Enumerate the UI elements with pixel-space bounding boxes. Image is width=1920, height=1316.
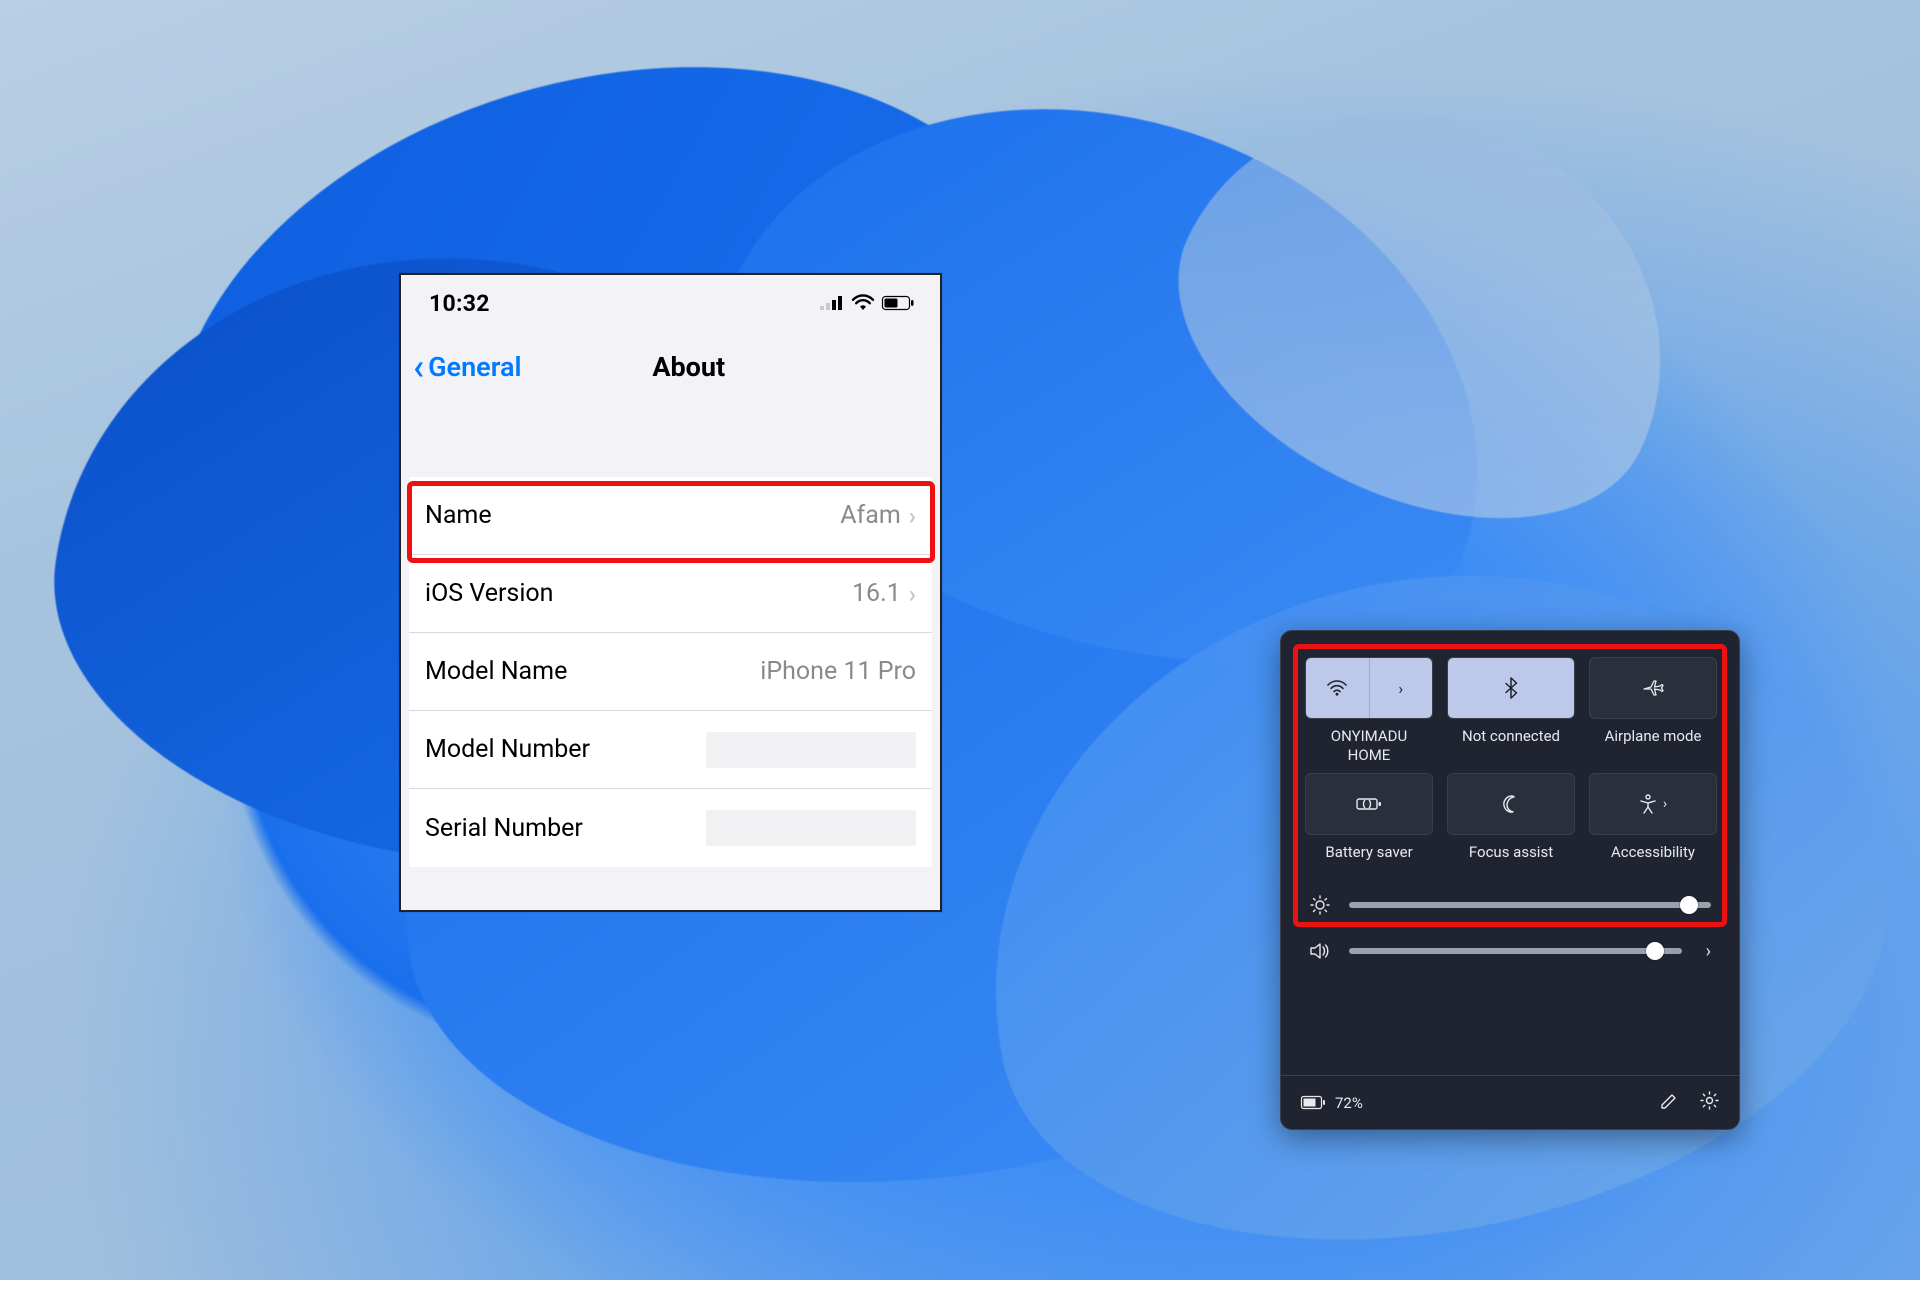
about-list: Name Afam › iOS Version 16.1 › Model Nam… <box>401 477 940 867</box>
about-row-name[interactable]: Name Afam › <box>409 477 932 555</box>
battery-icon <box>882 296 914 310</box>
chevron-right-icon: › <box>909 502 916 530</box>
wifi-tile[interactable]: › <box>1305 657 1433 719</box>
pencil-icon <box>1660 1092 1678 1110</box>
brightness-icon <box>1309 895 1331 915</box>
row-label: Model Number <box>425 735 590 764</box>
moon-icon <box>1502 795 1520 813</box>
accessibility-icon <box>1639 794 1657 814</box>
slider-thumb[interactable] <box>1646 942 1664 960</box>
volume-track[interactable] <box>1349 948 1682 954</box>
quick-settings-sliders: › <box>1281 887 1739 966</box>
slider-thumb[interactable] <box>1680 896 1698 914</box>
ios-clock: 10:32 <box>429 290 490 317</box>
redacted-value <box>706 732 916 768</box>
wifi-label: ONYIMADU HOME <box>1331 727 1408 765</box>
bluetooth-icon <box>1504 677 1518 699</box>
about-row-ios-version[interactable]: iOS Version 16.1 › <box>409 555 932 633</box>
cellular-icon <box>820 296 844 310</box>
battery-saver-tile[interactable] <box>1305 773 1433 835</box>
about-row-model-number[interactable]: Model Number <box>409 711 932 789</box>
chevron-right-icon: › <box>1663 796 1667 812</box>
ios-status-bar: 10:32 <box>401 275 940 331</box>
wifi-toggle[interactable] <box>1306 658 1370 718</box>
ios-nav-bar: ‹ General About <box>401 331 940 403</box>
brightness-track[interactable] <box>1349 902 1711 908</box>
airplane-icon <box>1642 678 1664 698</box>
redacted-value <box>706 810 916 846</box>
volume-expand[interactable]: › <box>1706 941 1711 962</box>
focus-assist-tile[interactable] <box>1447 773 1575 835</box>
volume-slider[interactable]: › <box>1309 941 1711 962</box>
ios-about-card: 10:32 ‹ General About Name Afam › iOS Ve… <box>399 273 942 912</box>
quick-settings-footer: 72% <box>1281 1075 1739 1129</box>
about-row-model-name[interactable]: Model Name iPhone 11 Pro <box>409 633 932 711</box>
bluetooth-label: Not connected <box>1462 727 1560 761</box>
row-value: Afam <box>840 501 901 530</box>
brightness-slider[interactable] <box>1309 895 1711 915</box>
focus-assist-label: Focus assist <box>1469 843 1553 877</box>
row-value: 16.1 <box>852 579 901 608</box>
chevron-right-icon: › <box>909 580 916 608</box>
airplane-tile[interactable] <box>1589 657 1717 719</box>
row-value: iPhone 11 Pro <box>760 657 916 686</box>
page-title: About <box>449 351 928 383</box>
edit-button[interactable] <box>1660 1092 1678 1114</box>
bluetooth-tile[interactable] <box>1447 657 1575 719</box>
settings-button[interactable] <box>1700 1091 1719 1114</box>
battery-icon <box>1301 1096 1325 1109</box>
battery-saver-icon <box>1356 796 1382 812</box>
battery-saver-label: Battery saver <box>1325 843 1412 877</box>
speaker-icon <box>1309 942 1331 960</box>
accessibility-label: Accessibility <box>1611 843 1695 877</box>
wifi-icon <box>1327 680 1347 696</box>
row-label: iOS Version <box>425 579 553 608</box>
battery-percent[interactable]: 72% <box>1335 1094 1363 1112</box>
wifi-icon <box>852 295 874 311</box>
ios-status-icons <box>820 295 914 311</box>
row-label: Serial Number <box>425 814 583 843</box>
chevron-right-icon: › <box>1398 679 1403 698</box>
airplane-label: Airplane mode <box>1605 727 1702 761</box>
accessibility-tile[interactable]: › <box>1589 773 1717 835</box>
back-chevron-icon[interactable]: ‹ <box>413 349 424 385</box>
about-row-serial-number[interactable]: Serial Number <box>409 789 932 867</box>
quick-settings-panel: › ONYIMADU HOME Not connected Airplane m… <box>1280 630 1740 1130</box>
row-label: Model Name <box>425 657 567 686</box>
wifi-expand[interactable]: › <box>1370 658 1433 718</box>
quick-settings-grid: › ONYIMADU HOME Not connected Airplane m… <box>1281 631 1739 887</box>
gear-icon <box>1700 1091 1719 1110</box>
row-label: Name <box>425 501 492 530</box>
